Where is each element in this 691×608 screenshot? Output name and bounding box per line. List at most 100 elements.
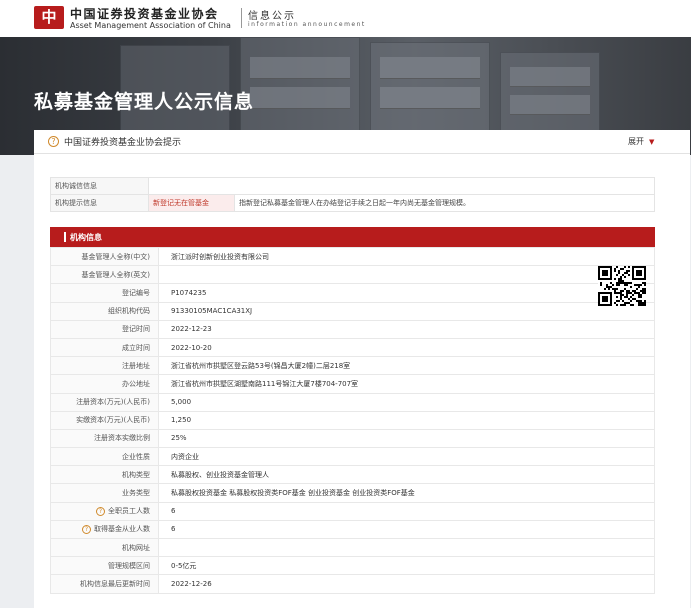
info-value: 2022-12-23 xyxy=(158,319,655,339)
tips-row: 机构提示信息 新登记无在管基金 指新登记私募基金管理人在办结登记手续之日起一年内… xyxy=(50,194,655,212)
qr-code-icon xyxy=(598,266,646,306)
info-label: 登记编号 xyxy=(50,283,159,303)
help-icon[interactable]: ? xyxy=(82,524,91,534)
section-name-cn: 信息公示 xyxy=(248,11,296,22)
info-label-text: 登记编号 xyxy=(122,288,150,297)
info-value: 1,250 xyxy=(158,410,655,430)
info-label: 基金管理人全称(中文) xyxy=(50,246,159,267)
content-panel: ? 中国证券投资基金业协会提示 展开 ▼ 机构诚信信息 机构提示信息 新登记无在管… xyxy=(34,130,690,608)
info-value: 浙江省杭州市拱墅区湖墅南路111号锦江大厦7楼704-707室 xyxy=(158,374,655,394)
info-value: 6 xyxy=(158,519,655,540)
info-label-text: 注册资本实缴比例 xyxy=(94,434,150,443)
info-row: 办公地址 浙江省杭州市拱墅区湖墅南路111号锦江大厦7楼704-707室 xyxy=(50,374,655,394)
org-name-cn: 中国证券投资基金业协会 xyxy=(70,7,219,21)
section-header: 机构信息 xyxy=(50,227,655,247)
association-logo[interactable]: 中 xyxy=(34,6,64,29)
expand-toggle[interactable]: 展开 ▼ xyxy=(628,136,654,147)
info-row: 企业性质 内资企业 xyxy=(50,447,655,467)
info-value xyxy=(158,537,655,558)
info-row: ? 取得基金从业人数 6 xyxy=(50,519,655,540)
info-label-text: 业务类型 xyxy=(122,489,150,498)
help-icon[interactable]: ? xyxy=(96,506,105,516)
info-value: 25% xyxy=(158,428,655,449)
info-label-text: 成立时间 xyxy=(122,343,150,352)
info-row: 注册资本实缴比例 25% xyxy=(50,428,655,449)
info-label-text: 管理规模区间 xyxy=(108,561,150,570)
info-value: 6 xyxy=(158,501,655,521)
info-label-text: 机构类型 xyxy=(122,470,150,479)
info-row: 登记编号 P1074235 xyxy=(50,283,655,303)
info-row: 机构网址 xyxy=(50,537,655,558)
tips-row: 机构诚信信息 xyxy=(50,177,655,195)
info-value: 内资企业 xyxy=(158,447,655,467)
info-value: 私募股权、创业投资基金管理人 xyxy=(158,465,655,485)
info-label: 机构网址 xyxy=(50,537,159,558)
info-value: 2022-10-20 xyxy=(158,337,655,358)
info-value xyxy=(158,265,655,285)
tips-label: 机构提示信息 xyxy=(50,194,149,212)
info-label: 组织机构代码 xyxy=(50,301,159,321)
info-value: 0-5亿元 xyxy=(158,556,655,576)
info-value: 91330105MAC1CA31XJ xyxy=(158,301,655,321)
info-row: 注册地址 浙江省杭州市拱墅区登云路53号(锦昌大厦2幢)二层218室 xyxy=(50,356,655,376)
expand-label: 展开 xyxy=(628,137,644,146)
info-value: 5,000 xyxy=(158,392,655,412)
info-row: 成立时间 2022-10-20 xyxy=(50,337,655,358)
info-label: 注册地址 xyxy=(50,356,159,376)
info-row: 机构类型 私募股权、创业投资基金管理人 xyxy=(50,465,655,485)
info-row: 登记时间 2022-12-23 xyxy=(50,319,655,339)
info-label: 办公地址 xyxy=(50,374,159,394)
info-label: 实缴资本(万元)(人民币) xyxy=(50,410,159,430)
info-label: 业务类型 xyxy=(50,483,159,503)
info-label-text: 登记时间 xyxy=(122,325,150,334)
info-label-text: 企业性质 xyxy=(122,452,150,461)
caret-down-icon: ▼ xyxy=(649,138,655,146)
info-row: 基金管理人全称(英文) xyxy=(50,265,655,285)
page-title: 私募基金管理人公示信息 xyxy=(34,91,255,113)
question-circle-icon: ? xyxy=(48,136,59,147)
info-label-text: 基金管理人全称(中文) xyxy=(81,252,150,261)
info-label: 成立时间 xyxy=(50,337,159,358)
info-label-text: 办公地址 xyxy=(122,379,150,388)
tips-label: 机构诚信信息 xyxy=(50,177,149,195)
info-row: 注册资本(万元)(人民币) 5,000 xyxy=(50,392,655,412)
info-row: ? 全职员工人数 6 xyxy=(50,501,655,521)
tips-table: 机构诚信信息 机构提示信息 新登记无在管基金 指新登记私募基金管理人在办结登记手… xyxy=(50,177,655,212)
info-label: 企业性质 xyxy=(50,447,159,467)
info-label-text: 注册地址 xyxy=(122,361,150,370)
info-row: 业务类型 私募股权投资基金 私募股权投资类FOF基金 创业投资基金 创业投资类FO… xyxy=(50,483,655,503)
info-row: 机构信息最后更新时间 2022-12-26 xyxy=(50,574,655,594)
tips-desc: 指新登记私募基金管理人在办结登记手续之日起一年内尚无基金管理规模。 xyxy=(234,194,655,212)
info-label-text: 全职员工人数 xyxy=(108,507,150,516)
info-label: 注册资本实缴比例 xyxy=(50,428,159,449)
section-marker xyxy=(64,232,66,242)
info-value: 私募股权投资基金 私募股权投资类FOF基金 创业投资基金 创业投资类FOF基金 xyxy=(158,483,655,503)
info-label-text: 实缴资本(万元)(人民币) xyxy=(76,416,150,425)
info-value: 浙江派时创新创业投资有限公司 xyxy=(158,246,655,267)
info-label: ? 全职员工人数 xyxy=(50,501,159,521)
info-value: 浙江省杭州市拱墅区登云路53号(锦昌大厦2幢)二层218室 xyxy=(158,356,655,376)
info-value: P1074235 xyxy=(158,283,655,303)
top-header: 中 中国证券投资基金业协会 Asset Management Associati… xyxy=(0,0,691,37)
info-label: 机构类型 xyxy=(50,465,159,485)
info-label: 登记时间 xyxy=(50,319,159,339)
org-name-en: Asset Management Association of China xyxy=(70,21,231,30)
info-value: 2022-12-26 xyxy=(158,574,655,594)
institution-info-table: 基金管理人全称(中文) 浙江派时创新创业投资有限公司 基金管理人全称(英文) 登记编号… xyxy=(50,246,655,594)
section-title: 机构信息 xyxy=(70,233,102,242)
info-label-text: 机构网址 xyxy=(122,543,150,552)
tips-value xyxy=(148,177,655,195)
section-name-en: information announcement xyxy=(248,21,366,28)
info-label-text: 取得基金从业人数 xyxy=(94,525,150,534)
info-label-text: 组织机构代码 xyxy=(108,307,150,316)
info-label-text: 注册资本(万元)(人民币) xyxy=(76,398,150,407)
info-label: 机构信息最后更新时间 xyxy=(50,574,159,594)
info-label-text: 机构信息最后更新时间 xyxy=(80,579,150,588)
info-row: 实缴资本(万元)(人民币) 1,250 xyxy=(50,410,655,430)
info-row: 组织机构代码 91330105MAC1CA31XJ xyxy=(50,301,655,321)
info-label: 基金管理人全称(英文) xyxy=(50,265,159,285)
info-label-text: 基金管理人全称(英文) xyxy=(81,270,150,279)
info-row: 基金管理人全称(中文) 浙江派时创新创业投资有限公司 xyxy=(50,246,655,267)
warning-tag: 新登记无在管基金 xyxy=(148,194,235,212)
notice-text: 中国证券投资基金业协会提示 xyxy=(64,138,182,148)
